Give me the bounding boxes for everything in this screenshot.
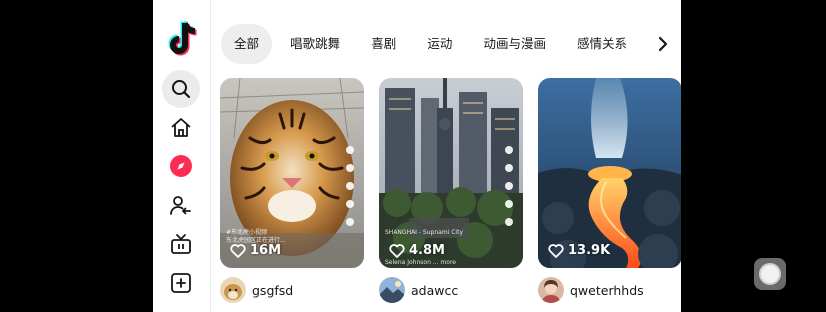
like-count-value: 13.9K [568, 243, 611, 258]
share-icon [505, 218, 513, 226]
sidebar-item-home[interactable] [162, 109, 200, 147]
sidebar [153, 0, 211, 312]
bookmark-icon [505, 200, 513, 208]
floating-capture-button[interactable] [754, 258, 786, 290]
avatar[interactable] [379, 277, 405, 303]
tab-all[interactable]: 全部 [221, 24, 273, 64]
creator-avatar-icon [346, 146, 354, 154]
landscape-avatar-icon [379, 277, 405, 303]
avatar[interactable] [538, 277, 564, 303]
sidebar-item-live[interactable] [162, 225, 200, 263]
video-card[interactable]: SHANGHAI - Supnami City Selena Johnson .… [379, 78, 523, 268]
video-card[interactable]: #东北虎小视频 东北虎园区正在进行... 16M [220, 78, 364, 268]
bookmark-icon [346, 200, 354, 208]
chevron-right-icon [658, 36, 668, 52]
following-icon [170, 196, 191, 215]
sidebar-item-following[interactable] [162, 187, 200, 225]
dog-avatar-icon [220, 277, 246, 303]
tab-comedy[interactable]: 喜剧 [358, 24, 409, 64]
like-count: 13.9K [548, 243, 610, 258]
avatar[interactable] [220, 277, 246, 303]
sidebar-item-explore[interactable] [162, 147, 200, 185]
author-name[interactable]: adawcc [411, 283, 458, 298]
app-window: 全部 唱歌跳舞 喜剧 运动 动画与漫画 感情关系 表演 [153, 0, 681, 312]
creator-avatar-icon [505, 146, 513, 154]
like-count: 16M [230, 243, 281, 258]
sidebar-item-search[interactable] [162, 70, 200, 108]
heart-outline-icon [548, 243, 564, 258]
video-card[interactable]: 13.9K [538, 78, 681, 268]
explore-compass-icon [170, 155, 192, 177]
record-circle-icon [759, 263, 781, 285]
live-tv-icon [171, 234, 191, 254]
video-author[interactable]: gsgfsd [220, 277, 293, 303]
video-thumbnail-lava [538, 78, 681, 268]
video-author[interactable]: adawcc [379, 277, 458, 303]
home-icon [171, 118, 191, 137]
heart-icon [346, 164, 354, 172]
sidebar-item-upload[interactable] [162, 264, 200, 302]
video-overlay-description: Selena Johnson ... more [385, 259, 456, 266]
tiktok-logo[interactable] [165, 19, 199, 59]
author-name[interactable]: gsgfsd [252, 283, 293, 298]
video-overlay-title: SHANGHAI - Supnami City [385, 229, 464, 236]
author-name[interactable]: qweterhhds [570, 283, 644, 298]
tab-sports[interactable]: 运动 [414, 24, 465, 64]
share-icon [346, 218, 354, 226]
heart-outline-icon [230, 243, 246, 258]
heart-outline-icon [389, 243, 405, 258]
tab-anime-comics[interactable]: 动画与漫画 [470, 24, 559, 64]
search-icon [172, 80, 191, 99]
like-count-value: 16M [250, 243, 282, 258]
upload-plus-icon [171, 273, 191, 293]
person-avatar-icon [538, 277, 564, 303]
video-side-actions [342, 146, 358, 226]
like-count-value: 4.8M [409, 243, 445, 258]
tab-singing-dancing[interactable]: 唱歌跳舞 [277, 24, 353, 64]
screen-frame: 全部 唱歌跳舞 喜剧 运动 动画与漫画 感情关系 表演 [0, 0, 826, 312]
category-tabs: 全部 唱歌跳舞 喜剧 运动 动画与漫画 感情关系 表演 [221, 24, 681, 64]
video-side-actions [501, 146, 517, 226]
comment-icon [505, 182, 513, 190]
heart-icon [505, 164, 513, 172]
like-count: 4.8M [389, 243, 445, 258]
tabs-scroll-right-button[interactable] [623, 24, 681, 64]
comment-icon [346, 182, 354, 190]
video-author[interactable]: qweterhhds [538, 277, 644, 303]
